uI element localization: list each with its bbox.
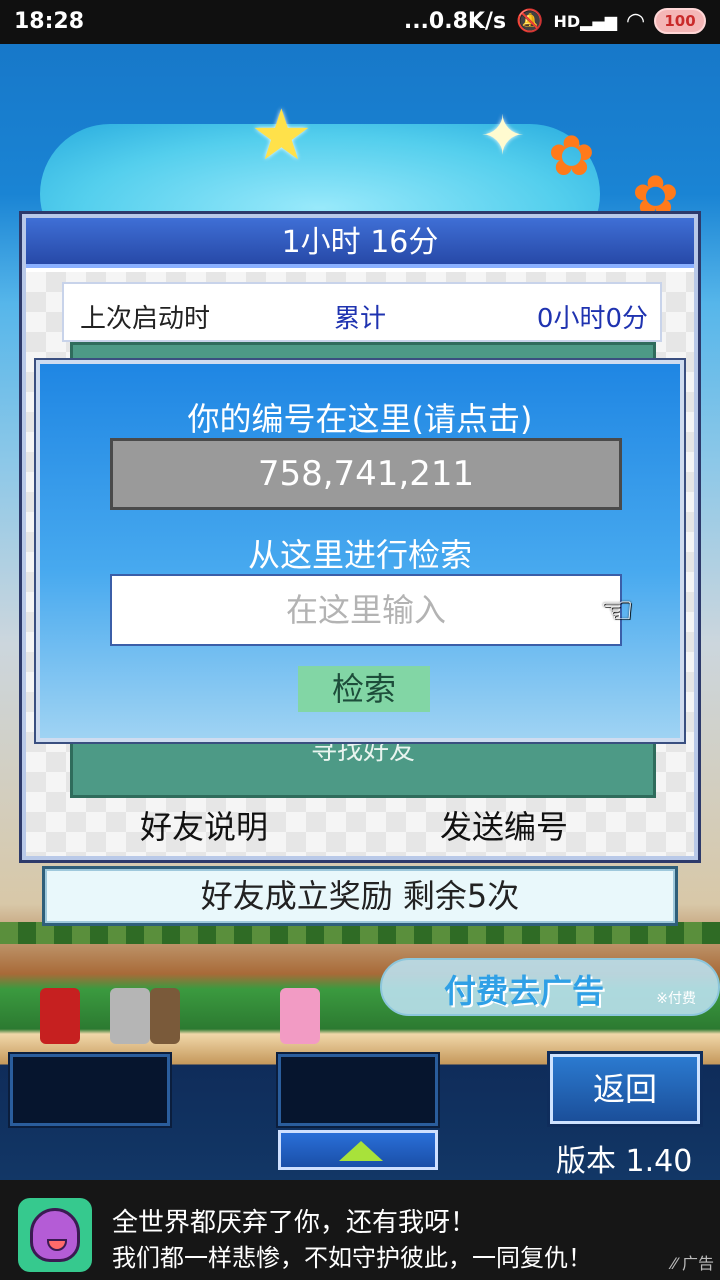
last-launch-row: 上次启动时 累计 0小时0分 bbox=[62, 282, 662, 342]
network-speed: ...0.8K/s bbox=[403, 8, 507, 34]
ad-tag: ⁄⁄ 广告 bbox=[671, 1254, 714, 1273]
player-id-box[interactable]: 758,741,211 bbox=[110, 438, 622, 510]
ad-headline: 全世界都厌弃了你，还有我呀！ bbox=[112, 1208, 477, 1238]
ad-subline: 我们都一样悲惨，不如守护彼此，一同复仇！ bbox=[112, 1244, 592, 1272]
signal-icon: HD▂▄▆ bbox=[553, 11, 618, 31]
sparkle-icon: ✦ bbox=[480, 104, 526, 167]
battery-indicator: 100 bbox=[654, 8, 706, 34]
back-button[interactable]: 返回 bbox=[550, 1054, 700, 1124]
remove-ads-label: 付费去广告 bbox=[444, 972, 605, 1010]
friend-reward-bar[interactable]: 好友成立奖励 剩余5次 bbox=[42, 866, 678, 926]
character-sprite bbox=[110, 988, 150, 1044]
friend-help-button[interactable]: 好友说明 bbox=[140, 802, 268, 848]
status-bar: 18:28 ...0.8K/s 🔕 HD▂▄▆ ◠ 100 bbox=[0, 0, 720, 44]
paid-note: ※付费 bbox=[656, 991, 696, 1007]
friend-id-input[interactable]: 在这里输入 bbox=[110, 574, 622, 646]
wifi-icon: ◠ bbox=[627, 8, 644, 34]
character-group bbox=[40, 988, 380, 1048]
expand-menu-button[interactable] bbox=[278, 1130, 438, 1170]
flower-icon: ✿ bbox=[548, 124, 595, 189]
monster-app-icon bbox=[18, 1198, 92, 1272]
character-sprite bbox=[40, 988, 80, 1044]
search-heading: 从这里进行检索 bbox=[247, 536, 472, 574]
up-arrow-icon bbox=[339, 1141, 383, 1161]
last-launch-label: 上次启动时 bbox=[80, 304, 211, 334]
remove-ads-button[interactable]: 付费去广告 ※付费 bbox=[380, 958, 720, 1016]
pointing-hand-icon: ☜ bbox=[600, 588, 635, 632]
menu-slot-left[interactable] bbox=[10, 1054, 170, 1126]
search-button[interactable]: 检索 bbox=[298, 666, 430, 712]
status-icons: ...0.8K/s 🔕 HD▂▄▆ ◠ 100 bbox=[404, 8, 706, 34]
status-time: 18:28 bbox=[14, 9, 85, 34]
character-sprite bbox=[280, 988, 320, 1044]
play-time-title: 1小时 16分 bbox=[26, 218, 694, 268]
cumulative-label: 累计 bbox=[334, 304, 387, 334]
id-heading: 你的编号在这里(请点击) bbox=[187, 400, 533, 438]
cumulative-value: 0小时0分 bbox=[536, 304, 648, 334]
version-label: 版本 1.40 bbox=[556, 1144, 693, 1179]
panel-buttons: 好友说明 发送编号 bbox=[26, 794, 694, 852]
menu-slot-center[interactable] bbox=[278, 1054, 438, 1126]
star-icon: ★ bbox=[250, 94, 313, 176]
character-sprite bbox=[150, 988, 180, 1044]
ad-banner[interactable]: 全世界都厌弃了你，还有我呀！ 我们都一样悲惨，不如守护彼此，一同复仇！ ⁄⁄ 广… bbox=[0, 1180, 720, 1280]
send-id-button[interactable]: 发送编号 bbox=[440, 802, 568, 848]
mute-icon: 🔕 bbox=[516, 8, 544, 34]
friend-search-dialog: 你的编号在这里(请点击) 758,741,211 从这里进行检索 在这里输入 ☜… bbox=[36, 360, 684, 742]
